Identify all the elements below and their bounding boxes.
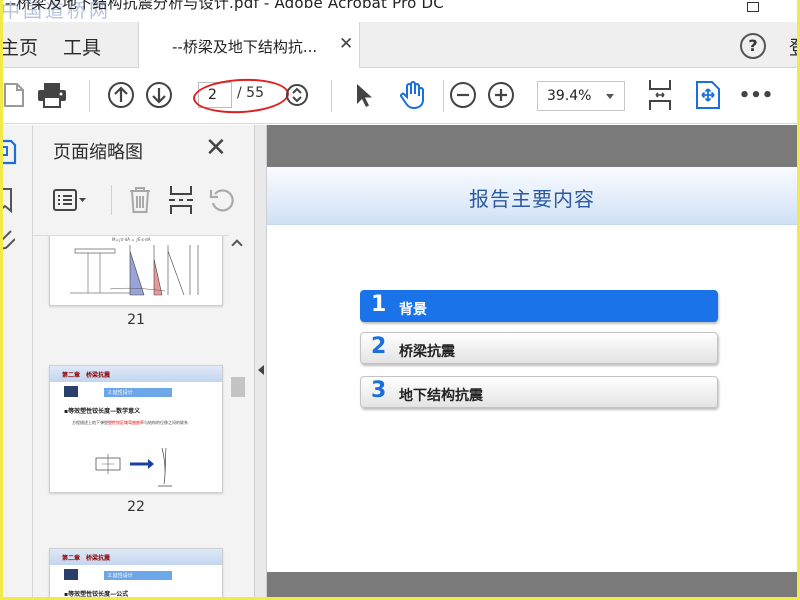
thumbnail-page-number: 21 [127,312,145,328]
panel-splitter[interactable] [255,125,267,597]
slide-item-label: 地下结构抗震 [399,388,483,404]
help-icon[interactable]: ? [740,33,766,59]
zoom-in-icon[interactable] [484,78,518,112]
rotate-page-icon[interactable] [209,183,237,217]
next-page-icon[interactable] [142,78,176,112]
zoom-level-value: 39.4% [547,88,592,104]
panel-divider [111,185,112,215]
thumb-figure [95,447,172,487]
svg-text:M=∫σ·dA = ∫E·ε·dA: M=∫σ·dA = ∫E·ε·dA [112,237,151,242]
slide-item: 3 地下结构抗震 [360,376,718,408]
thumb-subtitle: 2.延性设计 [104,571,172,580]
slide-item-number: 2 [371,334,387,359]
bookmarks-icon[interactable] [3,187,15,217]
select-cursor-icon[interactable] [347,78,381,112]
previous-page-icon[interactable] [104,78,138,112]
save-icon[interactable] [3,78,31,112]
zoom-out-icon[interactable] [446,78,480,112]
close-panel-icon[interactable]: ✕ [205,133,227,163]
thumbnail-page[interactable]: M=∫σ·dA = ∫E·ε·dA [49,236,223,306]
tab-home[interactable]: 主页 [3,33,38,60]
thumb-chapter-header: 第二章 桥梁抗震 [50,366,222,382]
chevron-down-icon [606,94,614,99]
tab-tools[interactable]: 工具 [63,33,101,60]
print-icon[interactable] [35,78,69,112]
scrollbar-thumb[interactable] [231,377,245,397]
thumb-subtitle: 2.延性设计 [104,388,172,397]
toolbar: 2 / 55 39.4% ••• [3,68,797,124]
attachments-icon[interactable] [3,227,16,257]
window-title: --桥梁及地下结构抗震分析与设计.pdf - Adobe Acrobat Pro… [5,0,444,12]
close-tab-icon[interactable]: ✕ [339,34,353,54]
more-options-icon[interactable]: ••• [739,78,774,112]
tab-bar: 主页 工具 --桥梁及地下结构抗... ✕ ? 登 [3,22,797,68]
thumbnail-page[interactable]: 第二章 桥梁抗震 2.延性设计 ▪等效塑性铰长度—数学意义 方程描述上地下弹塑塑… [49,365,223,493]
fit-page-icon[interactable] [280,78,314,112]
document-tab-label: --桥梁及地下结构抗... [172,38,318,56]
thumb-chapter-header: 第二章 桥梁抗震 [50,549,222,565]
scroll-up-icon[interactable] [231,239,243,251]
slide-item-number: 3 [371,378,387,403]
restore-window-icon[interactable] [747,2,759,12]
title-bar: 中国道桥网 --桥梁及地下结构抗震分析与设计.pdf - Adobe Acrob… [3,0,797,22]
full-screen-icon[interactable] [691,78,725,112]
delete-page-icon[interactable] [127,183,153,217]
toolbar-divider [443,80,444,112]
thumb-bullet: ▪等效塑性铰长度—数学意义 [64,408,141,415]
page-thumbnails-icon[interactable] [3,137,17,171]
panel-title: 页面缩略图 [53,142,143,163]
slide-item-label: 背景 [399,302,427,318]
thumb-bullet: ▪等效塑性铰长度—公式 [64,591,129,597]
document-view[interactable]: 报告主要内容 1 背景 2 桥梁抗震 3 地下结构抗震 [267,125,797,597]
slide-item: 1 背景 [360,290,718,322]
toolbar-divider [89,80,90,112]
tab-document[interactable]: --桥梁及地下结构抗... ✕ [138,22,360,68]
slide-item-number: 1 [371,292,387,317]
thumbnail-options-icon[interactable] [53,183,87,217]
thumbnail-scrollbar[interactable] [229,235,247,597]
thumb-chapter-logo [64,569,78,580]
hand-tool-icon[interactable] [396,78,430,112]
thumb-text-line: 方程描述上地下弹塑塑性铰区域弯曲曲率与结构的位移之间的联系 [72,420,188,425]
thumbnail-page-number: 22 [127,499,145,515]
thumbnail-page[interactable]: 第二章 桥梁抗震 2.延性设计 ▪等效塑性铰长度—公式 [49,548,223,597]
insert-page-icon[interactable] [169,183,193,217]
slide-item: 2 桥梁抗震 [360,332,718,364]
navigation-rail [3,125,33,597]
thumb-chapter-logo [64,386,78,397]
page-thumbnails-panel: 页面缩略图 ✕ M=∫σ·dA = ∫E·ε·dA 21 第二章 桥梁抗震 2.… [33,125,255,597]
thumbnail-list: M=∫σ·dA = ∫E·ε·dA 21 第二章 桥梁抗震 2.延性设计 ▪等效… [33,235,229,597]
slide-item-label: 桥梁抗震 [399,344,455,360]
slide-banner: 报告主要内容 [267,167,797,225]
pdf-page: 报告主要内容 1 背景 2 桥梁抗震 3 地下结构抗震 [267,167,797,572]
zoom-level-select[interactable]: 39.4% [537,81,625,111]
toolbar-divider [331,80,332,112]
scroll-mode-icon[interactable] [643,78,677,112]
collapse-panel-icon[interactable] [258,365,264,375]
slide-title: 报告主要内容 [469,187,595,211]
app-window: 中国道桥网 --桥梁及地下结构抗震分析与设计.pdf - Adobe Acrob… [3,0,797,597]
sign-in-button[interactable]: 登 [789,33,797,60]
